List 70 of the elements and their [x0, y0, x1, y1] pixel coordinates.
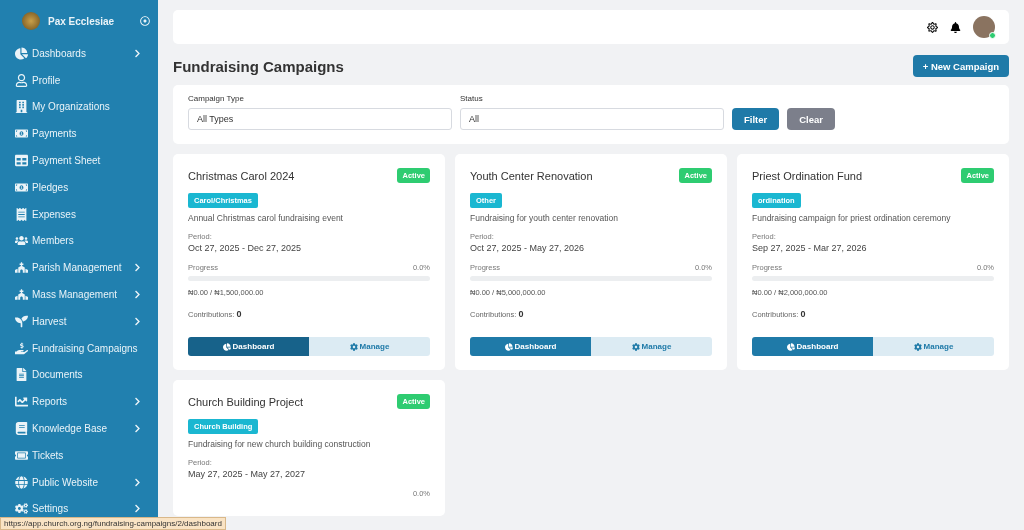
manage-button[interactable]: Manage — [591, 337, 712, 356]
manage-button[interactable]: Manage — [309, 337, 430, 356]
page-title: Fundraising Campaigns — [173, 57, 344, 75]
globe-icon — [15, 475, 28, 489]
pie-chart-icon — [786, 342, 795, 351]
org-name: Pax Ecclesiae — [48, 15, 116, 27]
select-field[interactable]: All Types — [188, 108, 452, 130]
sidebar-item[interactable]: Documents — [0, 361, 158, 389]
church-icon — [15, 261, 28, 275]
dashboard-button[interactable]: Dashboard — [188, 337, 309, 356]
pie-chart-icon — [15, 46, 28, 60]
avatar[interactable] — [973, 16, 995, 38]
gear-icon — [631, 342, 640, 351]
sidebar-item[interactable]: Fundraising Campaigns — [0, 334, 158, 362]
sidebar-item[interactable]: Harvest — [0, 307, 158, 335]
dashboard-button[interactable]: Dashboard — [752, 337, 873, 356]
period-dates: Oct 27, 2025 - Dec 27, 2025 — [188, 243, 303, 253]
ticket-icon — [15, 448, 28, 462]
sidebar-item[interactable]: Profile — [0, 66, 158, 94]
people-icon — [15, 234, 28, 248]
sidebar-item[interactable]: Public Website — [0, 468, 158, 496]
gear-icon — [349, 342, 358, 351]
clear-button[interactable]: Clear — [787, 108, 835, 130]
sidebar-item[interactable]: Tickets — [0, 441, 158, 469]
period-dates: Sep 27, 2025 - Mar 27, 2026 — [752, 243, 868, 253]
logo-icon — [22, 12, 40, 30]
grid-icon — [15, 154, 28, 168]
campaign-description: Annual Christmas carol fundraising event — [188, 213, 344, 223]
campaign-title: Priest Ordination Fund — [752, 169, 863, 182]
sidebar-item[interactable]: My Organizations — [0, 93, 158, 121]
campaign-description: Fundraising for youth center renovation — [470, 213, 619, 223]
pie-chart-icon — [222, 342, 231, 351]
field-label: Status — [460, 94, 484, 103]
building-icon — [15, 100, 28, 114]
sidebar-item[interactable]: Mass Management — [0, 281, 158, 308]
period-dates: May 27, 2025 - May 27, 2027 — [188, 469, 307, 479]
gears-icon — [15, 502, 28, 516]
campaign-description: Fundraising campaign for priest ordination ceremony — [752, 213, 952, 223]
bell-icon[interactable] — [950, 21, 961, 33]
sidebar-item[interactable]: Payments — [0, 120, 158, 148]
sidebar-item[interactable]: Reports — [0, 388, 158, 416]
sidebar-item[interactable]: Knowledge Base — [0, 415, 158, 442]
gear-icon — [913, 342, 922, 351]
manage-button[interactable]: Manage — [873, 337, 994, 356]
line-chart-icon — [15, 395, 28, 409]
sidebar-item[interactable]: Dashboards — [0, 40, 158, 67]
select-field[interactable]: All — [460, 108, 724, 130]
link-tooltip: https://app.church.org.ng/fundraising-campaigns/2/dashboard — [0, 517, 226, 530]
book-icon — [15, 422, 28, 436]
new-campaign-button[interactable]: + New Campaign — [912, 55, 1009, 77]
hand-coin-icon — [15, 341, 28, 355]
user-icon — [15, 73, 28, 87]
sidebar-item[interactable]: Expenses — [0, 200, 158, 228]
period-dates: Oct 27, 2025 - May 27, 2026 — [470, 243, 586, 253]
campaign-title: Christmas Carol 2024 — [188, 169, 295, 182]
sidebar-item[interactable]: Parish Management — [0, 254, 158, 282]
campaign-description: Fundraising for new church building construction — [188, 439, 372, 449]
document-icon — [15, 368, 28, 382]
toggle-icon[interactable] — [140, 16, 150, 26]
receipt-icon — [15, 207, 28, 221]
sidebar-item[interactable]: Payment Sheet — [0, 147, 158, 174]
church-icon — [15, 288, 28, 302]
campaign-title: Youth Center Renovation — [470, 169, 593, 182]
campaign-title: Church Building Project — [188, 395, 303, 408]
pie-chart-icon — [504, 342, 513, 351]
sidebar-item[interactable]: Members — [0, 227, 158, 255]
sidebar-item[interactable]: Pledges — [0, 174, 158, 201]
filter-button[interactable]: Filter — [732, 108, 780, 130]
field-label: Campaign Type — [188, 94, 245, 103]
dashboard-button[interactable]: Dashboard — [470, 337, 591, 356]
